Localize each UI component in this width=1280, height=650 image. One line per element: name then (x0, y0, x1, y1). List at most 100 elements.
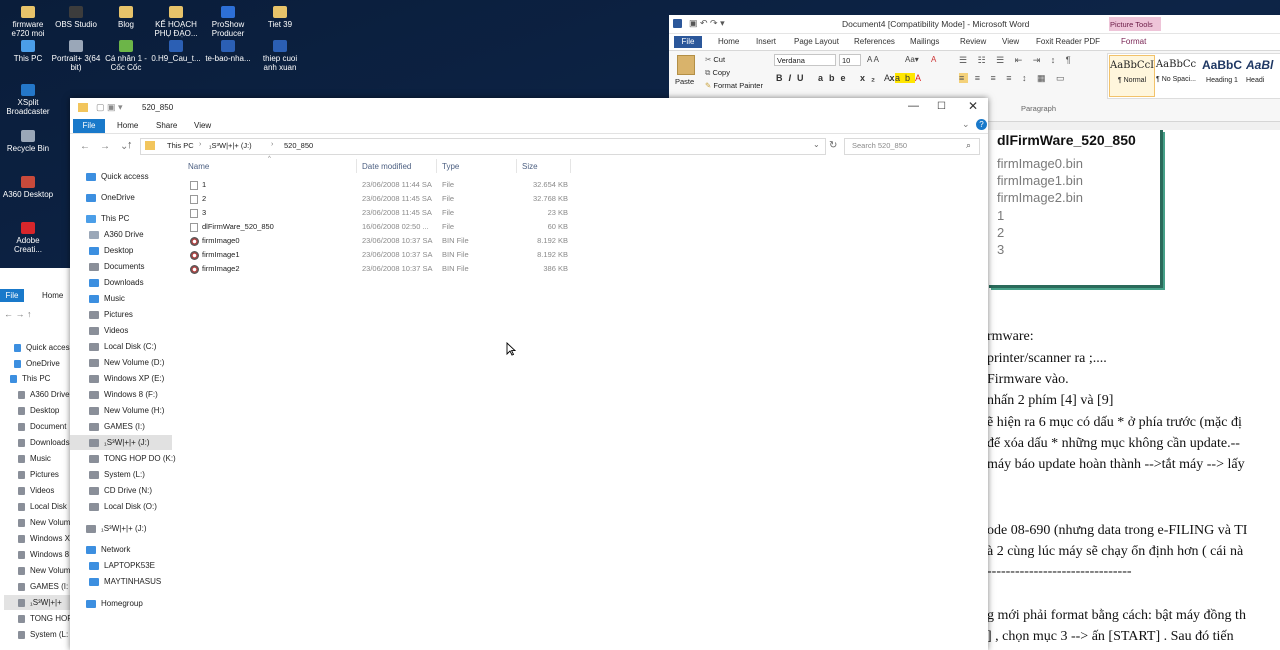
text-color-buttons[interactable]: AabA (884, 73, 926, 83)
paste-icon[interactable] (677, 55, 695, 75)
nav-item[interactable]: Network (86, 542, 130, 557)
nav-item[interactable]: A360 Drive (89, 227, 144, 242)
back-nav-item[interactable]: Videos (18, 483, 54, 498)
desktop-icon[interactable]: ProShow Producer (200, 6, 256, 38)
font-size-select[interactable]: 10 (839, 54, 861, 66)
desktop-icon[interactable]: Blog (98, 6, 154, 29)
nav-item[interactable]: Windows XP (E:) (89, 371, 164, 386)
nav-item[interactable]: Desktop (89, 243, 133, 258)
quick-access-toolbar[interactable]: ▢ ▣ ▾ (96, 102, 123, 113)
file-row[interactable]: 3 23/06/2008 11:45 SA File 23 KB (188, 207, 688, 221)
style-normal[interactable]: AaBbCcI ¶ Normal (1109, 55, 1155, 97)
back-nav-arrows[interactable]: ← → ↑ (4, 309, 32, 319)
ribbon-expand-icon[interactable]: ⌄ (962, 119, 970, 130)
nav-item[interactable]: New Volume (H:) (89, 403, 164, 418)
address-dropdown-icon[interactable]: ⌄ (813, 140, 820, 149)
explorer-window[interactable]: ▢ ▣ ▾ 520_850 — ☐ ✕ File Home Share View… (70, 98, 988, 650)
align-buttons[interactable]: ≡ ≡ ≡ ≡ ↕ ▦ ▭ (959, 73, 1069, 84)
desktop-icon[interactable]: Portrait+ 3(64 bit) (48, 40, 104, 72)
desktop-icon[interactable]: KẾ HOẠCH PHỤ ĐẠO... (148, 6, 204, 38)
nav-item[interactable]: Homegroup (86, 596, 143, 611)
explorer-tab-home[interactable]: Home (117, 121, 138, 130)
back-nav-item[interactable]: Windows X (18, 531, 70, 546)
nav-item[interactable]: System (L:) (89, 467, 145, 482)
explorer-tab-share[interactable]: Share (156, 121, 177, 130)
desktop-icon[interactable]: Adobe Creati... (0, 222, 56, 254)
back-nav-item[interactable]: TONG HOP (18, 611, 73, 626)
format-painter-button[interactable]: ✎ Format Painter (705, 81, 763, 90)
word-tab-format[interactable]: Format (1121, 37, 1146, 46)
file-row[interactable]: firmImage1 23/06/2008 10:37 SA BIN File 8.1… (188, 249, 688, 263)
desktop-icon[interactable]: Recycle Bin (0, 130, 56, 153)
file-list[interactable]: Name ^ Date modified Type Size 1 23/06/20… (188, 156, 688, 459)
explorer-back-tab-file[interactable]: File (0, 289, 24, 302)
word-tab-foxit[interactable]: Foxit Reader PDF (1036, 37, 1100, 46)
nav-item[interactable]: CD Drive (N:) (89, 483, 152, 498)
embedded-screenshot-image[interactable]: dlFirmWare_520_850 firmImage0.bin firmIm… (989, 130, 1163, 288)
file-row[interactable]: 1 23/06/2008 11:44 SA File 32.654 KB (188, 179, 688, 193)
close-button[interactable]: ✕ (968, 99, 978, 113)
nav-item[interactable]: ₁S³W|+|+ (J:) (70, 435, 172, 450)
nav-item[interactable]: Local Disk (O:) (89, 499, 157, 514)
explorer-tab-file[interactable]: File (73, 119, 105, 133)
back-nav-item[interactable]: Document (18, 419, 66, 434)
nav-item[interactable]: Music (89, 291, 125, 306)
nav-item[interactable]: GAMES (I:) (89, 419, 145, 434)
nav-item[interactable]: Quick access (86, 169, 149, 184)
column-header-type[interactable]: Type (442, 162, 459, 171)
nav-item[interactable]: Documents (89, 259, 144, 274)
nav-item[interactable]: New Volume (D:) (89, 355, 164, 370)
back-nav-item[interactable]: A360 Drive (18, 387, 70, 402)
nav-item[interactable]: This PC (86, 211, 129, 226)
paste-label[interactable]: Paste (675, 77, 694, 86)
cut-button[interactable]: ✂ Cut (705, 55, 725, 64)
column-header-name[interactable]: Name (188, 162, 209, 171)
word-tab-mailings[interactable]: Mailings (910, 37, 939, 46)
nav-item[interactable]: Videos (89, 323, 128, 338)
style-heading-1[interactable]: AaBbC Heading 1 (1200, 55, 1244, 95)
word-tab-insert[interactable]: Insert (756, 37, 776, 46)
desktop-icon[interactable]: OBS Studio (48, 6, 104, 29)
breadcrumb-this-pc[interactable]: This PC (167, 141, 194, 150)
address-bar[interactable]: This PC › ₁S³W|+|+ (J:) › 520_850 ⌄ (140, 138, 826, 155)
explorer-window-background[interactable]: File Home ← → ↑ Quick access OneDrive This… (0, 268, 74, 650)
back-nav-item[interactable]: Music (18, 451, 51, 466)
back-nav-item[interactable]: OneDrive (14, 356, 60, 371)
nav-item[interactable]: Downloads (89, 275, 144, 290)
column-header-size[interactable]: Size (522, 162, 538, 171)
styles-gallery[interactable]: AaBbCcI ¶ Normal AaBbCc ¶ No Spaci... Aa… (1107, 53, 1280, 99)
back-nav-item[interactable]: System (L: (18, 627, 68, 642)
style-heading-2[interactable]: AaBl Headi (1246, 55, 1280, 95)
back-nav-item[interactable]: GAMES (I: (18, 579, 68, 594)
breadcrumb-folder[interactable]: 520_850 (284, 141, 313, 150)
back-nav-item[interactable]: This PC (10, 371, 50, 386)
word-tab-view[interactable]: View (1002, 37, 1019, 46)
nav-item[interactable]: Pictures (89, 307, 133, 322)
explorer-back-tab-home[interactable]: Home (42, 291, 63, 300)
word-tab-review[interactable]: Review (960, 37, 986, 46)
column-header-date[interactable]: Date modified (362, 162, 411, 171)
word-tab-references[interactable]: References (854, 37, 895, 46)
nav-item[interactable]: Local Disk (C:) (89, 339, 156, 354)
help-icon[interactable]: ? (976, 119, 987, 130)
up-arrow-icon[interactable]: ↑ (127, 139, 133, 151)
word-tab-file[interactable]: File (674, 36, 702, 48)
change-case-button[interactable]: Aa▾ (905, 55, 919, 64)
file-row[interactable]: firmImage0 23/06/2008 10:37 SA BIN File 8.1… (188, 235, 688, 249)
back-nav-item[interactable]: New Volum (18, 563, 70, 578)
style-no-spacing[interactable]: AaBbCc ¶ No Spaci... (1155, 55, 1197, 95)
desktop-icon[interactable]: 0.H9_Cau_t... (148, 40, 204, 63)
nav-item[interactable]: OneDrive (86, 190, 135, 205)
refresh-icon[interactable]: ↻ (829, 140, 837, 151)
desktop-icon[interactable]: A360 Desktop (0, 176, 56, 199)
minimize-button[interactable]: — (908, 100, 919, 112)
clear-format-icon[interactable]: A (931, 55, 936, 64)
back-nav-item[interactable]: ₁S³W|+|+ (4, 595, 74, 610)
nav-item[interactable]: MAYTINHASUS (89, 574, 161, 589)
breadcrumb-drive[interactable]: ₁S³W|+|+ (J:) (209, 141, 252, 150)
copy-button[interactable]: ⧉ Copy (705, 68, 730, 78)
desktop-icon[interactable]: thiep cuoi anh xuan (252, 40, 308, 72)
back-nav-item[interactable]: Desktop (18, 403, 59, 418)
font-grow-shrink[interactable]: A A (867, 55, 879, 64)
search-input[interactable]: Search 520_850 (852, 141, 907, 150)
